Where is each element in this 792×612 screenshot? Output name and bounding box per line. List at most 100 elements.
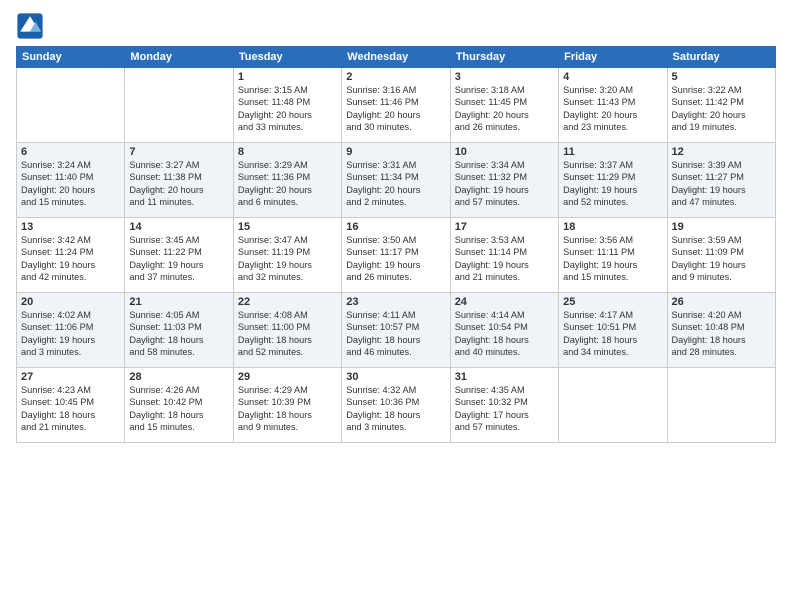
calendar-table: SundayMondayTuesdayWednesdayThursdayFrid… bbox=[16, 46, 776, 443]
day-number: 19 bbox=[672, 221, 771, 233]
day-info: Sunrise: 3:59 AM Sunset: 11:09 PM Daylig… bbox=[672, 234, 771, 284]
week-row-1: 1Sunrise: 3:15 AM Sunset: 11:48 PM Dayli… bbox=[17, 68, 776, 143]
day-cell: 2Sunrise: 3:16 AM Sunset: 11:46 PM Dayli… bbox=[342, 68, 450, 143]
day-cell: 7Sunrise: 3:27 AM Sunset: 11:38 PM Dayli… bbox=[125, 143, 233, 218]
day-cell bbox=[125, 68, 233, 143]
weekday-header-saturday: Saturday bbox=[667, 47, 775, 68]
day-cell: 15Sunrise: 3:47 AM Sunset: 11:19 PM Dayl… bbox=[233, 218, 341, 293]
day-info: Sunrise: 4:08 AM Sunset: 11:00 PM Daylig… bbox=[238, 309, 337, 359]
weekday-header-friday: Friday bbox=[559, 47, 667, 68]
day-cell: 25Sunrise: 4:17 AM Sunset: 10:51 PM Dayl… bbox=[559, 293, 667, 368]
day-info: Sunrise: 3:18 AM Sunset: 11:45 PM Daylig… bbox=[455, 84, 554, 134]
day-info: Sunrise: 4:17 AM Sunset: 10:51 PM Daylig… bbox=[563, 309, 662, 359]
day-info: Sunrise: 4:26 AM Sunset: 10:42 PM Daylig… bbox=[129, 384, 228, 434]
day-cell: 19Sunrise: 3:59 AM Sunset: 11:09 PM Dayl… bbox=[667, 218, 775, 293]
weekday-header-monday: Monday bbox=[125, 47, 233, 68]
day-cell: 14Sunrise: 3:45 AM Sunset: 11:22 PM Dayl… bbox=[125, 218, 233, 293]
day-number: 31 bbox=[455, 371, 554, 383]
weekday-header-thursday: Thursday bbox=[450, 47, 558, 68]
day-number: 16 bbox=[346, 221, 445, 233]
day-info: Sunrise: 3:45 AM Sunset: 11:22 PM Daylig… bbox=[129, 234, 228, 284]
day-number: 2 bbox=[346, 71, 445, 83]
day-cell: 12Sunrise: 3:39 AM Sunset: 11:27 PM Dayl… bbox=[667, 143, 775, 218]
day-number: 10 bbox=[455, 146, 554, 158]
day-info: Sunrise: 4:05 AM Sunset: 11:03 PM Daylig… bbox=[129, 309, 228, 359]
day-number: 29 bbox=[238, 371, 337, 383]
day-cell: 13Sunrise: 3:42 AM Sunset: 11:24 PM Dayl… bbox=[17, 218, 125, 293]
day-info: Sunrise: 4:14 AM Sunset: 10:54 PM Daylig… bbox=[455, 309, 554, 359]
day-cell: 29Sunrise: 4:29 AM Sunset: 10:39 PM Dayl… bbox=[233, 368, 341, 443]
day-number: 17 bbox=[455, 221, 554, 233]
day-number: 20 bbox=[21, 296, 120, 308]
day-info: Sunrise: 3:16 AM Sunset: 11:46 PM Daylig… bbox=[346, 84, 445, 134]
day-cell: 21Sunrise: 4:05 AM Sunset: 11:03 PM Dayl… bbox=[125, 293, 233, 368]
day-info: Sunrise: 3:37 AM Sunset: 11:29 PM Daylig… bbox=[563, 159, 662, 209]
day-cell: 6Sunrise: 3:24 AM Sunset: 11:40 PM Dayli… bbox=[17, 143, 125, 218]
day-info: Sunrise: 3:20 AM Sunset: 11:43 PM Daylig… bbox=[563, 84, 662, 134]
day-cell: 17Sunrise: 3:53 AM Sunset: 11:14 PM Dayl… bbox=[450, 218, 558, 293]
day-info: Sunrise: 3:56 AM Sunset: 11:11 PM Daylig… bbox=[563, 234, 662, 284]
day-number: 25 bbox=[563, 296, 662, 308]
day-cell: 1Sunrise: 3:15 AM Sunset: 11:48 PM Dayli… bbox=[233, 68, 341, 143]
day-cell: 8Sunrise: 3:29 AM Sunset: 11:36 PM Dayli… bbox=[233, 143, 341, 218]
week-row-5: 27Sunrise: 4:23 AM Sunset: 10:45 PM Dayl… bbox=[17, 368, 776, 443]
day-info: Sunrise: 3:22 AM Sunset: 11:42 PM Daylig… bbox=[672, 84, 771, 134]
day-info: Sunrise: 3:53 AM Sunset: 11:14 PM Daylig… bbox=[455, 234, 554, 284]
week-row-4: 20Sunrise: 4:02 AM Sunset: 11:06 PM Dayl… bbox=[17, 293, 776, 368]
day-number: 30 bbox=[346, 371, 445, 383]
day-info: Sunrise: 4:11 AM Sunset: 10:57 PM Daylig… bbox=[346, 309, 445, 359]
day-cell: 11Sunrise: 3:37 AM Sunset: 11:29 PM Dayl… bbox=[559, 143, 667, 218]
day-cell: 9Sunrise: 3:31 AM Sunset: 11:34 PM Dayli… bbox=[342, 143, 450, 218]
weekday-header-tuesday: Tuesday bbox=[233, 47, 341, 68]
day-info: Sunrise: 3:29 AM Sunset: 11:36 PM Daylig… bbox=[238, 159, 337, 209]
day-cell: 27Sunrise: 4:23 AM Sunset: 10:45 PM Dayl… bbox=[17, 368, 125, 443]
day-cell bbox=[17, 68, 125, 143]
day-cell: 20Sunrise: 4:02 AM Sunset: 11:06 PM Dayl… bbox=[17, 293, 125, 368]
day-cell: 31Sunrise: 4:35 AM Sunset: 10:32 PM Dayl… bbox=[450, 368, 558, 443]
day-cell: 5Sunrise: 3:22 AM Sunset: 11:42 PM Dayli… bbox=[667, 68, 775, 143]
day-number: 4 bbox=[563, 71, 662, 83]
day-info: Sunrise: 3:15 AM Sunset: 11:48 PM Daylig… bbox=[238, 84, 337, 134]
day-number: 21 bbox=[129, 296, 228, 308]
day-info: Sunrise: 4:35 AM Sunset: 10:32 PM Daylig… bbox=[455, 384, 554, 434]
day-number: 1 bbox=[238, 71, 337, 83]
day-info: Sunrise: 3:47 AM Sunset: 11:19 PM Daylig… bbox=[238, 234, 337, 284]
day-number: 24 bbox=[455, 296, 554, 308]
day-info: Sunrise: 3:24 AM Sunset: 11:40 PM Daylig… bbox=[21, 159, 120, 209]
weekday-header-sunday: Sunday bbox=[17, 47, 125, 68]
day-info: Sunrise: 4:29 AM Sunset: 10:39 PM Daylig… bbox=[238, 384, 337, 434]
day-cell: 30Sunrise: 4:32 AM Sunset: 10:36 PM Dayl… bbox=[342, 368, 450, 443]
day-number: 26 bbox=[672, 296, 771, 308]
header bbox=[16, 12, 776, 40]
day-info: Sunrise: 4:02 AM Sunset: 11:06 PM Daylig… bbox=[21, 309, 120, 359]
day-number: 28 bbox=[129, 371, 228, 383]
day-number: 9 bbox=[346, 146, 445, 158]
day-cell: 28Sunrise: 4:26 AM Sunset: 10:42 PM Dayl… bbox=[125, 368, 233, 443]
day-info: Sunrise: 4:23 AM Sunset: 10:45 PM Daylig… bbox=[21, 384, 120, 434]
day-cell bbox=[667, 368, 775, 443]
day-info: Sunrise: 4:32 AM Sunset: 10:36 PM Daylig… bbox=[346, 384, 445, 434]
weekday-header-row: SundayMondayTuesdayWednesdayThursdayFrid… bbox=[17, 47, 776, 68]
page: SundayMondayTuesdayWednesdayThursdayFrid… bbox=[0, 0, 792, 612]
day-cell bbox=[559, 368, 667, 443]
day-cell: 24Sunrise: 4:14 AM Sunset: 10:54 PM Dayl… bbox=[450, 293, 558, 368]
day-number: 13 bbox=[21, 221, 120, 233]
day-number: 22 bbox=[238, 296, 337, 308]
day-number: 27 bbox=[21, 371, 120, 383]
day-number: 12 bbox=[672, 146, 771, 158]
day-number: 11 bbox=[563, 146, 662, 158]
day-number: 8 bbox=[238, 146, 337, 158]
day-info: Sunrise: 3:42 AM Sunset: 11:24 PM Daylig… bbox=[21, 234, 120, 284]
day-cell: 16Sunrise: 3:50 AM Sunset: 11:17 PM Dayl… bbox=[342, 218, 450, 293]
day-info: Sunrise: 3:31 AM Sunset: 11:34 PM Daylig… bbox=[346, 159, 445, 209]
day-cell: 10Sunrise: 3:34 AM Sunset: 11:32 PM Dayl… bbox=[450, 143, 558, 218]
day-info: Sunrise: 3:50 AM Sunset: 11:17 PM Daylig… bbox=[346, 234, 445, 284]
day-number: 23 bbox=[346, 296, 445, 308]
day-cell: 4Sunrise: 3:20 AM Sunset: 11:43 PM Dayli… bbox=[559, 68, 667, 143]
day-number: 7 bbox=[129, 146, 228, 158]
day-number: 14 bbox=[129, 221, 228, 233]
logo bbox=[16, 12, 46, 40]
day-info: Sunrise: 3:34 AM Sunset: 11:32 PM Daylig… bbox=[455, 159, 554, 209]
day-number: 18 bbox=[563, 221, 662, 233]
day-number: 3 bbox=[455, 71, 554, 83]
